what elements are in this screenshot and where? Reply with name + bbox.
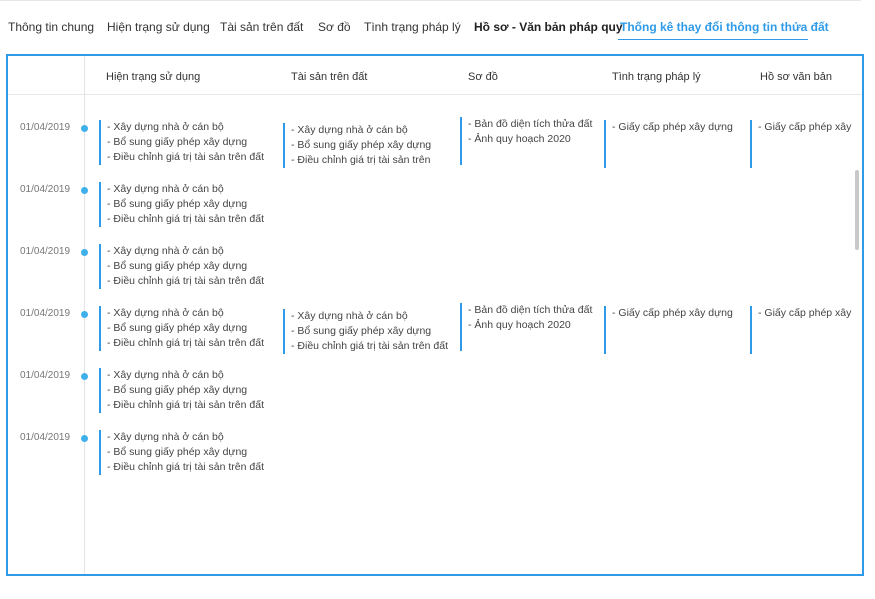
change-item: - Bổ sung giấy phép xây dựng [107,136,248,148]
column-header-phap-ly: Tình trạng pháp lý [612,71,701,83]
change-item: - Điều chỉnh giá trị tài sản trên đất [107,399,264,411]
change-item: - Điều chỉnh giá trị tài sản trên đất [107,461,264,473]
tab-so-do[interactable]: Sơ đồ [318,19,351,35]
change-item: - Xây dựng nhà ở cán bộ [107,307,224,319]
cell-hien-trang: - Xây dựng nhà ở cán bộ - Bổ sung giấy ph… [99,120,264,165]
timeline-dot [81,187,88,194]
change-item: - Ảnh quy hoạch 2020 [468,133,571,145]
cell-hien-trang: - Xây dựng nhà ở cán bộ - Bổ sung giấy ph… [99,182,264,227]
header-divider [8,94,862,95]
tab-thong-ke-thay-doi[interactable]: Thống kê thay đổi thông tin thửa đất [620,19,829,35]
row-date: 01/04/2019 [20,370,71,381]
cell-phap-ly: - Giấy cấp phép xây dựng [604,120,733,168]
tab-thong-tin-chung[interactable]: Thông tin chung [8,19,94,35]
column-header-ho-so: Hồ sơ văn bản [760,71,833,83]
row-date: 01/04/2019 [20,308,71,319]
change-item: - Xây dựng nhà ở cán bộ [291,124,408,136]
column-header-tai-san: Tài sản trên đất [291,71,368,83]
change-item: - Giấy cấp phép xây dựng [612,307,733,319]
row-date: 01/04/2019 [20,184,71,195]
tab-tai-san-tren-dat[interactable]: Tài sản trên đất [220,19,303,35]
change-item: - Điều chỉnh giá trị tài sản trên đất [107,213,264,225]
change-item: - Bổ sung giấy phép xây dựng [107,446,248,458]
row-date: 01/04/2019 [20,246,71,257]
cell-so-do: - Bản đồ diện tích thửa đất - Ảnh quy hoạ… [460,303,592,351]
cell-hien-trang: - Xây dựng nhà ở cán bộ - Bổ sung giấy ph… [99,368,264,413]
scrollbar-thumb[interactable] [855,170,859,250]
timeline-dot [81,311,88,318]
change-item: - Xây dựng nhà ở cán bộ [291,310,408,322]
change-item: - Bổ sung giấy phép xây dựng [107,198,248,210]
cell-phap-ly: - Giấy cấp phép xây dựng [604,306,733,354]
timeline-dot [81,373,88,380]
change-item: - Xây dựng nhà ở cán bộ [107,183,224,195]
change-item: - Điều chỉnh giá trị tài sản trên đất [291,340,448,352]
change-item: - Điều chỉnh giá trị tài sản trên [291,154,431,166]
change-item: - Xây dựng nhà ở cán bộ [107,245,224,257]
history-panel: Hiện trạng sử dụng Tài sản trên đất Sơ đ… [6,54,864,576]
row-date: 01/04/2019 [20,432,71,443]
cell-tai-san: - Xây dựng nhà ở cán bộ - Bổ sung giấy ph… [283,123,431,168]
timeline-dot [81,125,88,132]
tab-bar: Thông tin chung Hiện trạng sử dụng Tài s… [0,0,875,44]
change-item: - Xây dựng nhà ở cán bộ [107,369,224,381]
change-item: - Điều chỉnh giá trị tài sản trên đất [107,337,264,349]
change-item: - Điều chỉnh giá trị tài sản trên đất [107,275,264,287]
cell-so-do: - Bản đồ diện tích thửa đất - Ảnh quy hoạ… [460,117,592,165]
change-item: - Bổ sung giấy phép xây dựng [291,139,432,151]
row-date: 01/04/2019 [20,122,71,133]
timeline-dot [81,249,88,256]
tab-tinh-trang-phap-ly[interactable]: Tình trạng pháp lý [364,19,461,35]
change-item: - Giấy cấp phép xây dựng [612,121,733,133]
cell-hien-trang: - Xây dựng nhà ở cán bộ - Bổ sung giấy ph… [99,244,264,289]
cell-hien-trang: - Xây dựng nhà ở cán bộ - Bổ sung giấy ph… [99,306,264,351]
change-item: - Xây dựng nhà ở cán bộ [107,121,224,133]
change-item: - Bản đồ diện tích thửa đất [468,304,593,316]
change-item: - Điều chỉnh giá trị tài sản trên đất [107,151,264,163]
active-tab-underline [618,39,808,40]
tab-hien-trang-su-dung[interactable]: Hiện trạng sử dụng [107,19,210,35]
change-item: - Ảnh quy hoạch 2020 [468,319,571,331]
change-item: - Bổ sung giấy phép xây dựng [107,260,248,272]
change-item: - Bổ sung giấy phép xây dựng [107,384,248,396]
tab-ho-so-van-ban-phap-quy[interactable]: Hồ sơ - Văn bản pháp quy [474,19,623,35]
change-item: - Xây dựng nhà ở cán bộ [107,431,224,443]
timeline-dot [81,435,88,442]
change-item: - Bổ sung giấy phép xây dựng [291,325,432,337]
cell-tai-san: - Xây dựng nhà ở cán bộ - Bổ sung giấy ph… [283,309,448,354]
change-item: - Bổ sung giấy phép xây dựng [107,322,248,334]
cell-ho-so: - Giấy cấp phép xây [750,120,851,168]
cell-hien-trang: - Xây dựng nhà ở cán bộ - Bổ sung giấy ph… [99,430,264,475]
column-header-so-do: Sơ đồ [468,71,498,83]
change-item: - Giấy cấp phép xây [758,121,852,133]
column-header-hien-trang: Hiện trạng sử dụng [106,71,201,83]
change-item: - Giấy cấp phép xây [758,307,852,319]
cell-ho-so: - Giấy cấp phép xây [750,306,851,354]
change-item: - Bản đồ diện tích thửa đất [468,118,593,130]
